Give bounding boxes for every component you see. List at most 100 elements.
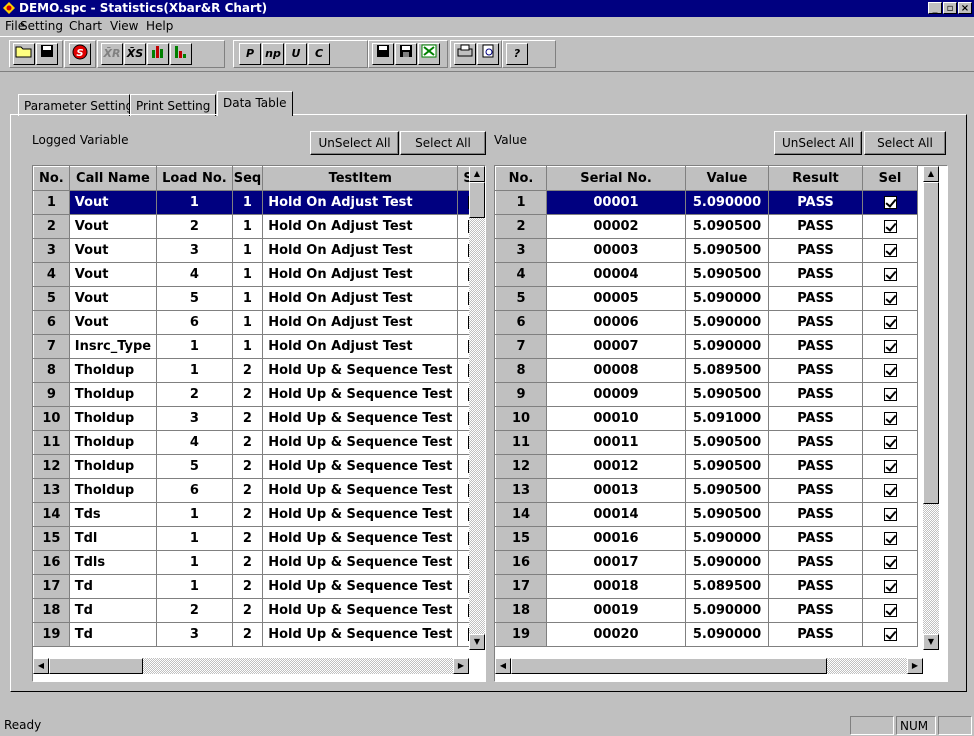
table-row[interactable]: 4 Vout 4 1 Hold On Adjust Test	[33, 262, 485, 287]
testitem-cell[interactable]: Hold On Adjust Test	[262, 238, 459, 263]
load-no-cell[interactable]: 3	[156, 238, 233, 263]
result-cell[interactable]: PASS	[768, 238, 863, 263]
load-no-cell[interactable]: 3	[156, 622, 233, 647]
load-no-cell[interactable]: 6	[156, 310, 233, 335]
result-cell[interactable]: PASS	[768, 598, 863, 623]
result-cell[interactable]: PASS	[768, 334, 863, 359]
serial-no-cell[interactable]: 00018	[546, 574, 686, 599]
seq-cell[interactable]: 2	[232, 550, 264, 575]
seq-cell[interactable]: 2	[232, 358, 264, 383]
save-icon[interactable]	[372, 43, 394, 65]
load-no-cell[interactable]: 2	[156, 382, 233, 407]
call-name-cell[interactable]: Td	[69, 622, 158, 647]
scroll-thumb[interactable]	[923, 182, 939, 504]
call-name-cell[interactable]: Tholdup	[69, 430, 158, 455]
table-row[interactable]: 3 00003 5.090500 PASS	[495, 238, 918, 263]
scroll-thumb[interactable]	[469, 182, 485, 218]
row-number[interactable]: 19	[33, 622, 70, 647]
testitem-cell[interactable]: Hold On Adjust Test	[262, 334, 459, 359]
table-row[interactable]: 7 Insrc_Type 1 1 Hold On Adjust Test	[33, 334, 485, 359]
testitem-cell[interactable]: Hold On Adjust Test	[262, 214, 459, 239]
p-chart-button[interactable]: P	[239, 43, 261, 65]
row-number[interactable]: 1	[33, 190, 70, 215]
row-number[interactable]: 6	[495, 310, 547, 335]
row-select-cell[interactable]	[862, 286, 918, 311]
row-number[interactable]: 17	[495, 574, 547, 599]
serial-no-cell[interactable]: 00019	[546, 598, 686, 623]
row-select-checkbox[interactable]	[883, 292, 897, 305]
row-number[interactable]: 8	[33, 358, 70, 383]
row-select-cell[interactable]	[862, 382, 918, 407]
seq-cell[interactable]: 1	[232, 238, 264, 263]
row-select-checkbox[interactable]	[883, 196, 897, 209]
table-row[interactable]: 2 00002 5.090500 PASS	[495, 214, 918, 239]
row-select-cell[interactable]	[862, 598, 918, 623]
testitem-cell[interactable]: Hold On Adjust Test	[262, 262, 459, 287]
xbar-r-chart-icon[interactable]: X̄R	[101, 43, 123, 65]
seq-cell[interactable]: 1	[232, 262, 264, 287]
seq-cell[interactable]: 2	[232, 406, 264, 431]
row-select-checkbox[interactable]	[883, 508, 897, 521]
value-cell[interactable]: 5.090500	[685, 502, 769, 527]
table-row[interactable]: 14 00014 5.090500 PASS	[495, 502, 918, 527]
testitem-cell[interactable]: Hold Up & Sequence Test	[262, 454, 459, 479]
table-row[interactable]: 16 00017 5.090000 PASS	[495, 550, 918, 575]
value-cell[interactable]: 5.090000	[685, 622, 769, 647]
table-row[interactable]: 8 00008 5.089500 PASS	[495, 358, 918, 383]
load-no-cell[interactable]: 1	[156, 574, 233, 599]
testitem-cell[interactable]: Hold Up & Sequence Test	[262, 526, 459, 551]
print-preview-icon[interactable]	[477, 43, 499, 65]
serial-no-cell[interactable]: 00011	[546, 430, 686, 455]
row-select-checkbox[interactable]	[883, 460, 897, 473]
value-cell[interactable]: 5.089500	[685, 358, 769, 383]
serial-no-cell[interactable]: 00005	[546, 286, 686, 311]
row-number[interactable]: 10	[495, 406, 547, 431]
result-cell[interactable]: PASS	[768, 526, 863, 551]
row-select-cell[interactable]	[862, 310, 918, 335]
value-cell[interactable]: 5.090500	[685, 454, 769, 479]
call-name-cell[interactable]: Tholdup	[69, 406, 158, 431]
row-select-cell[interactable]	[862, 502, 918, 527]
row-select-cell[interactable]	[862, 550, 918, 575]
row-number[interactable]: 12	[495, 454, 547, 479]
value-cell[interactable]: 5.090000	[685, 598, 769, 623]
seq-cell[interactable]: 1	[232, 286, 264, 311]
row-select-cell[interactable]	[862, 526, 918, 551]
row-select-cell[interactable]	[862, 214, 918, 239]
seq-cell[interactable]: 2	[232, 382, 264, 407]
row-number[interactable]: 13	[33, 478, 70, 503]
seq-cell[interactable]: 2	[232, 526, 264, 551]
row-select-cell[interactable]	[862, 358, 918, 383]
call-name-cell[interactable]: Vout	[69, 214, 158, 239]
save-as-icon[interactable]	[395, 43, 417, 65]
table-row[interactable]: 5 00005 5.090000 PASS	[495, 286, 918, 311]
row-select-checkbox[interactable]	[883, 316, 897, 329]
table-row[interactable]: 11 Tholdup 4 2 Hold Up & Sequence Test	[33, 430, 485, 455]
call-name-cell[interactable]: Tdls	[69, 550, 158, 575]
row-select-cell[interactable]	[862, 622, 918, 647]
row-number[interactable]: 12	[33, 454, 70, 479]
call-name-cell[interactable]: Tholdup	[69, 454, 158, 479]
testitem-cell[interactable]: Hold On Adjust Test	[262, 190, 459, 215]
table-row[interactable]: 6 Vout 6 1 Hold On Adjust Test	[33, 310, 485, 335]
table-row[interactable]: 12 00012 5.090500 PASS	[495, 454, 918, 479]
value-cell[interactable]: 5.090500	[685, 430, 769, 455]
serial-no-cell[interactable]: 00001	[546, 190, 686, 215]
scroll-left-icon[interactable]: ◀	[33, 658, 49, 674]
testitem-cell[interactable]: Hold Up & Sequence Test	[262, 358, 459, 383]
call-name-cell[interactable]: Tholdup	[69, 478, 158, 503]
row-select-cell[interactable]	[862, 574, 918, 599]
row-select-checkbox[interactable]	[883, 268, 897, 281]
call-name-cell[interactable]: Vout	[69, 286, 158, 311]
load-no-cell[interactable]: 2	[156, 214, 233, 239]
table-row[interactable]: 15 00016 5.090000 PASS	[495, 526, 918, 551]
testitem-cell[interactable]: Hold Up & Sequence Test	[262, 478, 459, 503]
table-row[interactable]: 7 00007 5.090000 PASS	[495, 334, 918, 359]
value-cell[interactable]: 5.090000	[685, 190, 769, 215]
row-select-checkbox[interactable]	[883, 532, 897, 545]
row-select-cell[interactable]	[862, 238, 918, 263]
result-cell[interactable]: PASS	[768, 310, 863, 335]
testitem-cell[interactable]: Hold Up & Sequence Test	[262, 382, 459, 407]
call-name-cell[interactable]: Vout	[69, 310, 158, 335]
result-cell[interactable]: PASS	[768, 502, 863, 527]
